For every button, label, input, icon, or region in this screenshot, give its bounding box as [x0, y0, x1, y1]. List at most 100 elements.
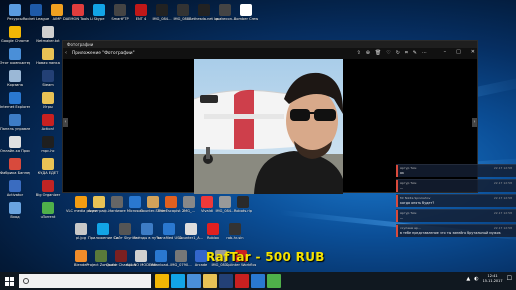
notification-card[interactable]: Артур Тим 22.17 12:58... — [396, 179, 516, 192]
network-icon[interactable]: ▲ — [466, 276, 470, 282]
desktop-icon-label: uTorrent — [40, 215, 56, 219]
desktop-icon[interactable]: rob-hr-sin — [220, 223, 250, 240]
clock-date: 15.11.2017 — [482, 278, 503, 283]
next-photo-button[interactable]: › — [472, 118, 477, 127]
start-button[interactable] — [0, 272, 18, 290]
app-icon — [9, 26, 21, 38]
accent-bar — [396, 195, 398, 207]
desktop-icon-label: Новая папка — [36, 61, 60, 65]
zoom-icon[interactable]: ⊕ — [366, 50, 370, 56]
desktop-icon-label: Этот компьютер — [0, 61, 30, 65]
app-icon — [9, 158, 21, 170]
desktop-icon[interactable]: mpc-hc — [33, 136, 63, 153]
desktop-icon[interactable]: Вход — [0, 202, 30, 219]
taskbar-app-icon[interactable] — [171, 274, 185, 288]
app-icon — [229, 223, 241, 235]
app-icon — [42, 158, 54, 170]
crop-icon[interactable]: ⌗ — [405, 50, 408, 56]
desktop-icon[interactable]: Фабрика Баннеров — [0, 158, 30, 175]
taskbar-app-icon[interactable] — [155, 274, 169, 288]
desktop-icon[interactable]: Internet Explorer — [0, 92, 30, 109]
desktop-icon[interactable]: Big Organizer — [33, 180, 63, 197]
edit-icon[interactable]: ✎ — [413, 50, 417, 56]
previous-photo-button[interactable]: ‹ — [63, 118, 68, 127]
notification-time: 22.17 12:58 — [493, 181, 512, 185]
window-controls: – □ ✕ — [444, 49, 475, 55]
app-title: Приложение "Фотографии" — [72, 51, 135, 56]
desktop-icon[interactable]: Netmaker.txt — [33, 26, 63, 43]
favorite-icon[interactable]: ♡ — [386, 50, 390, 56]
desktop-icon[interactable]: Онлайн-ка Проигрыватель — [0, 136, 30, 153]
volume-icon[interactable]: ◐ — [474, 276, 478, 282]
taskbar-app-icon[interactable] — [203, 274, 217, 288]
back-icon[interactable]: ‹ — [65, 50, 67, 56]
accent-bar — [396, 210, 398, 222]
app-icon — [42, 70, 54, 82]
desktop-icon[interactable]: Steam — [33, 70, 63, 87]
minimize-icon[interactable]: – — [444, 49, 447, 55]
app-icon — [9, 180, 21, 192]
desktop-icon-label: Netmaker.txt — [36, 39, 60, 43]
notification-message: ... — [400, 216, 404, 220]
notification-time: 22.17 12:58 — [493, 211, 512, 215]
desktop-icon-label: Панель управления — [0, 127, 30, 131]
taskbar-apps — [155, 274, 281, 288]
app-icon — [9, 70, 21, 82]
app-icon — [42, 180, 54, 192]
app-icon — [9, 136, 21, 148]
notification-card[interactable]: Артур Тим 22.17 12:58... — [396, 209, 516, 222]
app-icon — [177, 4, 189, 16]
delete-icon[interactable]: 🗑 — [375, 50, 381, 56]
notification-message: в тебе представление что ты занейго брут… — [400, 231, 501, 235]
photo-image — [194, 59, 343, 194]
window-titlebar[interactable]: Фотографии — [63, 41, 477, 48]
windows-icon — [4, 276, 14, 286]
desktop-icon-label: Google Chrome — [1, 39, 29, 43]
taskbar-app-icon[interactable] — [219, 274, 233, 288]
desktop-icon-label: Activator — [6, 193, 24, 197]
notifications-icon[interactable]: ☐ — [507, 275, 512, 282]
notification-sender: Артур Тим — [400, 166, 417, 170]
desktop-icon[interactable]: Этот компьютер — [0, 48, 30, 65]
desktop-icon[interactable]: Панель управления — [0, 114, 30, 131]
desktop-icon[interactable]: Activator — [0, 180, 30, 197]
desktop-icon-label: Internet Explorer — [0, 105, 30, 109]
taskbar-app-icon[interactable] — [187, 274, 201, 288]
notification-sender: Mr Nikita Sprukahov — [400, 196, 431, 200]
more-icon[interactable]: ⋯ — [422, 50, 427, 56]
accent-bar — [396, 165, 398, 177]
taskbar-app-icon[interactable] — [251, 274, 265, 288]
app-icon — [119, 223, 131, 235]
clock[interactable]: 12:41 15.11.2017 — [483, 274, 503, 283]
toolbar-actions: ⇧ ⊕ 🗑 ♡ ↻ ⌗ ✎ ⋯ — [357, 50, 427, 56]
share-icon[interactable]: ⇧ — [357, 50, 361, 56]
window-title: Фотографии — [67, 42, 94, 47]
maximize-icon[interactable]: □ — [456, 49, 461, 55]
taskbar-search[interactable] — [19, 274, 151, 288]
close-icon[interactable]: ✕ — [471, 49, 475, 55]
rotate-icon[interactable]: ↻ — [396, 50, 400, 56]
desktop-icon[interactable]: Игры — [33, 92, 63, 109]
desktop-icon[interactable]: Action! — [33, 114, 63, 131]
desktop-icon[interactable]: Новая папка — [33, 48, 63, 65]
desktop-icon[interactable]: Корзина — [0, 70, 30, 87]
app-icon — [93, 4, 105, 16]
desktop-icon[interactable]: Google Chrome — [0, 26, 30, 43]
desktop-icon-label: Action! — [41, 127, 55, 131]
taskbar-app-icon[interactable] — [235, 274, 249, 288]
notification-message: когда опять будет? — [400, 201, 435, 205]
notification-message: ... — [400, 186, 404, 190]
notification-card[interactable]: Артур Тим 22.17 12:58 ок — [396, 164, 516, 177]
desktop-icon[interactable]: Bomber Crew — [231, 4, 261, 21]
desktop-icon-label: mpc-hc — [41, 149, 55, 153]
desktop-icon[interactable]: КУДА ЕДЕТ — [33, 158, 63, 175]
notification-card[interactable]: скупаем ар... 22.17 12:58 в тебе представл… — [396, 224, 516, 237]
search-icon — [23, 278, 29, 284]
notification-sender: Артур Тим — [400, 181, 417, 185]
notification-card[interactable]: Mr Nikita Sprukahov 22.17 12:58 когда опят… — [396, 194, 516, 207]
app-icon — [207, 223, 219, 235]
app-icon — [141, 223, 153, 235]
desktop-icon[interactable]: Robots.rip — [228, 196, 258, 213]
desktop-icon[interactable]: uTorrent — [33, 202, 63, 219]
taskbar-app-icon[interactable] — [267, 274, 281, 288]
